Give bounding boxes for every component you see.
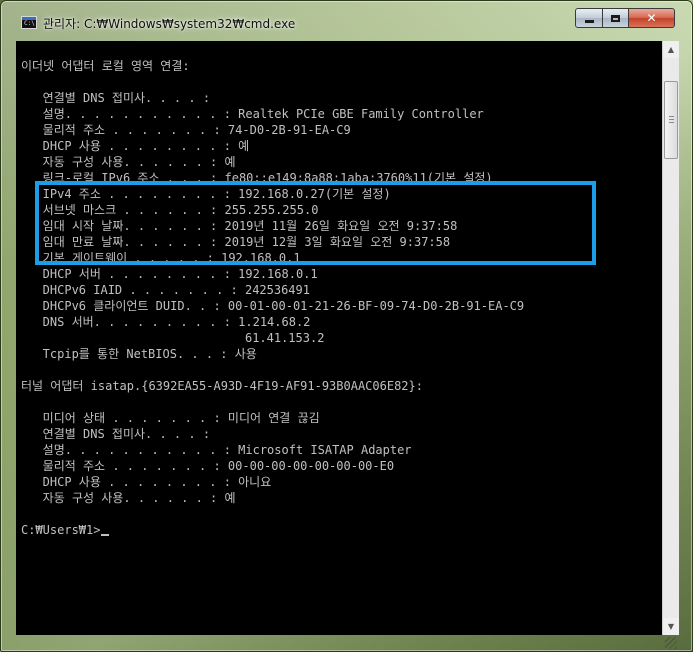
text-cursor	[101, 534, 110, 536]
scroll-thumb[interactable]	[664, 81, 678, 159]
scroll-up-arrow-icon[interactable]: ▲	[663, 41, 679, 58]
console-line: 설명. . . . . . . . . . . : Microsoft ISAT…	[21, 443, 412, 457]
console-line: DHCPv6 IAID . . . . . . . : 242536491	[21, 283, 310, 297]
cmd-icon[interactable]: C:\	[21, 16, 37, 29]
console-line: 61.41.153.2	[21, 331, 325, 345]
command-prompt: C:₩Users₩1>	[21, 522, 524, 538]
console-line: 연결별 DNS 접미사. . . . :	[21, 91, 211, 105]
console-line: 미디어 상태 . . . . . . . : 미디어 연결 끊김	[21, 411, 320, 425]
console-line: DHCP 서버 . . . . . . . . : 192.168.0.1	[21, 267, 318, 281]
console-line: DHCP 사용 . . . . . . . . : 예	[21, 139, 250, 153]
vertical-scrollbar[interactable]: ▲ ▼	[662, 41, 679, 635]
console-line: 설명. . . . . . . . . . . : Realtek PCIe G…	[21, 107, 484, 121]
scroll-down-arrow-icon[interactable]: ▼	[663, 618, 679, 635]
minimize-icon	[584, 19, 594, 23]
console-line: DHCP 사용 . . . . . . . . : 아니요	[21, 475, 272, 489]
console-line: DHCPv6 클라이언트 DUID. . : 00-01-00-01-21-26…	[21, 299, 525, 313]
console-line: 자동 구성 사용. . . . . . : 예	[21, 155, 236, 169]
console-line: 자동 구성 사용. . . . . . : 예	[21, 491, 236, 505]
cmd-window: C:\ 관리자: C:₩Windows₩system32₩cmd.exe ✕ 이…	[0, 0, 693, 652]
resize-grip-icon[interactable]	[665, 637, 677, 649]
window-title: 관리자: C:₩Windows₩system32₩cmd.exe	[43, 17, 296, 31]
console-output[interactable]: 이더넷 어댑터 로컬 영역 연결: 연결별 DNS 접미사. . . . : 설…	[16, 41, 662, 635]
console-line: 연결별 DNS 접미사. . . . :	[21, 427, 211, 441]
console-line: 물리적 주소 . . . . . . . : 00-00-00-00-00-00…	[21, 459, 395, 473]
minimize-button[interactable]	[575, 8, 603, 28]
console-text: 이더넷 어댑터 로컬 영역 연결: 연결별 DNS 접미사. . . . : 설…	[21, 58, 524, 538]
title-bar[interactable]: C:\ 관리자: C:₩Windows₩system32₩cmd.exe ✕	[1, 1, 693, 41]
console-line: Tcpip를 통한 NetBIOS. . . : 사용	[21, 347, 257, 361]
console-line: DNS 서버. . . . . . . . . : 1.214.68.2	[21, 315, 311, 329]
close-button[interactable]: ✕	[628, 8, 675, 28]
console-line: 물리적 주소 . . . . . . . : 74-D0-2B-91-EA-C9	[21, 123, 351, 137]
console-line: 이더넷 어댑터 로컬 영역 연결:	[21, 59, 190, 73]
highlight-box	[35, 181, 596, 265]
console-line: 터널 어댑터 isatap.{6392EA55-A93D-4F19-AF91-9…	[21, 379, 423, 393]
close-icon: ✕	[646, 11, 657, 25]
maximize-icon	[611, 14, 620, 22]
maximize-button[interactable]	[602, 8, 629, 28]
